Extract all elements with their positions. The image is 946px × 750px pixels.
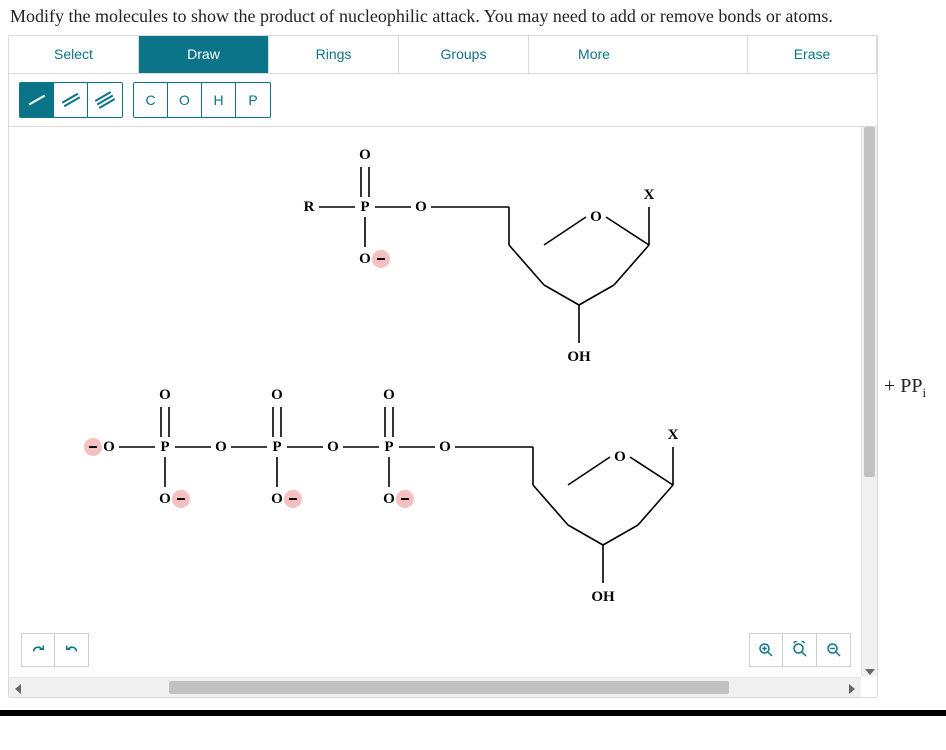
atom-p: P xyxy=(272,439,281,455)
zoom-in-button[interactable] xyxy=(749,633,783,667)
redo-icon xyxy=(29,641,47,659)
history-button-group xyxy=(21,633,89,667)
tab-erase[interactable]: Erase xyxy=(747,36,877,73)
vertical-scroll-thumb[interactable] xyxy=(864,127,875,477)
undo-button[interactable] xyxy=(55,633,89,667)
atom-x: X xyxy=(644,187,655,203)
element-p-button[interactable]: P xyxy=(236,83,270,117)
zoom-fit-icon xyxy=(791,641,809,659)
plus-sign: + xyxy=(884,375,900,397)
negative-charge-icon xyxy=(372,250,390,268)
atom-o: O xyxy=(103,439,115,455)
element-button-group: C O H P xyxy=(133,82,271,118)
single-bond-icon xyxy=(24,88,49,113)
zoom-out-icon xyxy=(825,641,843,659)
page-footer-line xyxy=(0,710,946,716)
ppi-subscript: i xyxy=(923,385,927,400)
atom-o-neg: O xyxy=(383,491,395,507)
atom-o: O xyxy=(383,387,395,403)
negative-charge-icon xyxy=(84,438,102,456)
canvas[interactable]: R P O O O xyxy=(9,127,861,677)
atom-p: P xyxy=(360,199,369,215)
negative-charge-icon xyxy=(284,490,302,508)
bond-button-group xyxy=(19,82,123,118)
zoom-out-button[interactable] xyxy=(817,633,851,667)
atom-oh: OH xyxy=(591,589,615,605)
side-product-label: + PPi xyxy=(884,375,926,401)
horizontal-scrollbar[interactable] xyxy=(9,677,861,697)
atom-o: O xyxy=(439,439,451,455)
scroll-right-arrow-icon[interactable] xyxy=(849,684,855,694)
undo-icon xyxy=(63,641,81,659)
atom-o: O xyxy=(359,147,371,163)
double-bond-icon xyxy=(58,88,83,113)
redo-button[interactable] xyxy=(21,633,55,667)
instruction-text: Modify the molecules to show the product… xyxy=(10,6,938,27)
atom-o: O xyxy=(159,387,171,403)
atom-o: O xyxy=(327,439,339,455)
tool-tab-row: Select Draw Rings Groups More Erase xyxy=(9,36,877,74)
scroll-left-arrow-icon[interactable] xyxy=(15,684,21,694)
negative-charge-icon xyxy=(396,490,414,508)
atom-o-neg: O xyxy=(359,251,371,267)
sugar-ring xyxy=(467,201,649,343)
atom-r: R xyxy=(304,199,315,215)
atom-x: X xyxy=(668,427,679,443)
atom-o: O xyxy=(271,387,283,403)
element-c-button[interactable]: C xyxy=(134,83,168,117)
tab-rings[interactable]: Rings xyxy=(269,36,399,73)
zoom-button-group xyxy=(749,633,851,667)
atom-o-ring: O xyxy=(590,209,602,225)
atom-p: P xyxy=(384,439,393,455)
tab-draw[interactable]: Draw xyxy=(139,36,269,73)
molecule-bottom[interactable]: O P O O O xyxy=(84,387,679,605)
single-bond-button[interactable] xyxy=(20,83,54,117)
draw-tool-row: C O H P xyxy=(9,74,877,127)
element-o-button[interactable]: O xyxy=(168,83,202,117)
tab-select[interactable]: Select xyxy=(9,36,139,73)
canvas-area: R P O O O xyxy=(9,127,877,697)
tab-groups[interactable]: Groups xyxy=(399,36,529,73)
atom-o: O xyxy=(415,199,427,215)
scroll-down-arrow-icon[interactable] xyxy=(865,669,875,675)
tab-more[interactable]: More xyxy=(529,36,659,73)
sugar-ring xyxy=(491,441,673,583)
element-h-button[interactable]: H xyxy=(202,83,236,117)
molecule-editor-panel: Select Draw Rings Groups More Erase xyxy=(8,35,878,698)
atom-o-neg: O xyxy=(271,491,283,507)
zoom-fit-button[interactable] xyxy=(783,633,817,667)
ppi-text: PP xyxy=(900,375,922,397)
zoom-in-icon xyxy=(757,641,775,659)
tab-spacer xyxy=(659,36,747,73)
double-bond-button[interactable] xyxy=(54,83,88,117)
triple-bond-button[interactable] xyxy=(88,83,122,117)
atom-o: O xyxy=(215,439,227,455)
vertical-scrollbar[interactable] xyxy=(861,127,877,677)
atom-p: P xyxy=(160,439,169,455)
horizontal-scroll-thumb[interactable] xyxy=(169,681,729,694)
atom-o-neg: O xyxy=(159,491,171,507)
negative-charge-icon xyxy=(172,490,190,508)
molecule-top[interactable]: R P O O O xyxy=(304,147,655,365)
triple-bond-icon xyxy=(93,88,118,113)
molecule-svg: R P O O O xyxy=(9,127,859,667)
atom-o-ring: O xyxy=(614,449,626,465)
atom-oh: OH xyxy=(567,349,591,365)
